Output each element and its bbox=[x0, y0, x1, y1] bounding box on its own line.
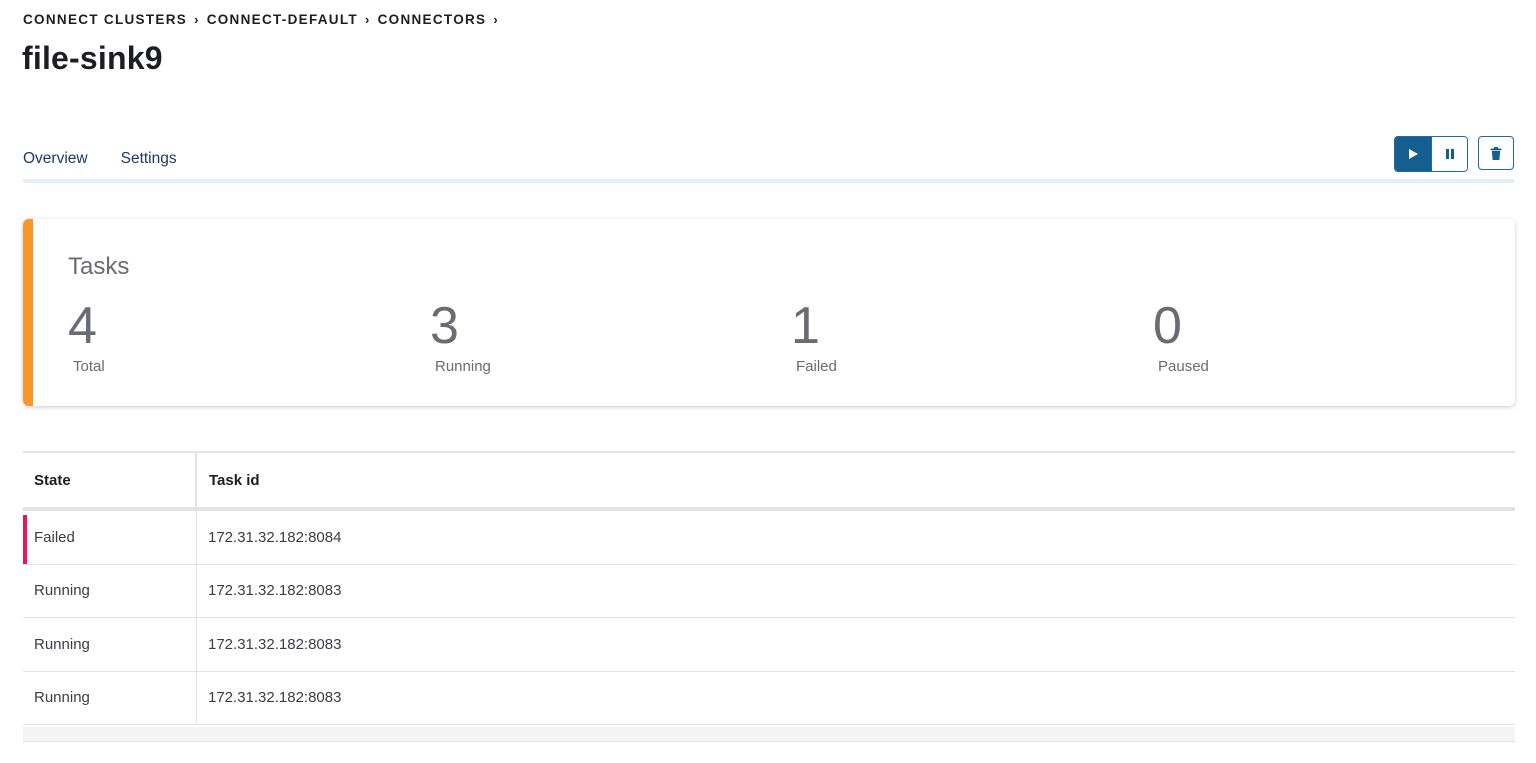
column-header-state[interactable]: State bbox=[23, 453, 197, 507]
stat-running: 3 Running bbox=[430, 297, 491, 375]
stat-value: 1 bbox=[791, 297, 820, 355]
cell-state: Running bbox=[23, 671, 197, 724]
table-header: State Task id bbox=[23, 453, 1515, 511]
table-footer bbox=[23, 727, 1515, 742]
pause-button[interactable] bbox=[1431, 137, 1467, 171]
table-row[interactable]: Running 172.31.32.182:8083 bbox=[23, 564, 1515, 618]
stat-total: 4 Total bbox=[68, 297, 105, 375]
tab-settings[interactable]: Settings bbox=[121, 150, 177, 179]
play-pause-group bbox=[1394, 136, 1468, 172]
card-title: Tasks bbox=[68, 253, 130, 280]
breadcrumb-item-connect-default[interactable]: CONNECT-DEFAULT › bbox=[207, 12, 371, 27]
stat-value: 4 bbox=[68, 297, 97, 355]
cell-state: Running bbox=[23, 618, 197, 671]
pause-icon bbox=[1445, 149, 1454, 159]
tasks-table: State Task id Failed 172.31.32.182:8084 … bbox=[23, 451, 1515, 725]
table-row[interactable]: Running 172.31.32.182:8083 bbox=[23, 671, 1515, 725]
card-accent-bar bbox=[23, 219, 33, 406]
cell-task-id: 172.31.32.182:8083 bbox=[208, 582, 342, 600]
tab-overview[interactable]: Overview bbox=[23, 150, 88, 183]
page: CONNECT CLUSTERS › CONNECT-DEFAULT › CON… bbox=[0, 0, 1536, 763]
failed-status-indicator bbox=[23, 515, 27, 564]
table-row[interactable]: Running 172.31.32.182:8083 bbox=[23, 618, 1515, 672]
chevron-right-icon: › bbox=[493, 12, 499, 27]
breadcrumb-item-connect-clusters[interactable]: CONNECT CLUSTERS › bbox=[23, 12, 200, 27]
cell-state: Failed bbox=[23, 511, 197, 564]
column-header-task-id[interactable]: Task id bbox=[197, 453, 1515, 507]
delete-button[interactable] bbox=[1478, 136, 1514, 170]
connector-actions bbox=[1394, 136, 1514, 172]
play-icon bbox=[1409, 149, 1418, 159]
breadcrumb-label[interactable]: CONNECT-DEFAULT bbox=[207, 12, 358, 27]
breadcrumb-item-connectors[interactable]: CONNECTORS › bbox=[378, 12, 499, 27]
table-row[interactable]: Failed 172.31.32.182:8084 bbox=[23, 511, 1515, 565]
breadcrumb-label[interactable]: CONNECT CLUSTERS bbox=[23, 12, 187, 27]
breadcrumb: CONNECT CLUSTERS › CONNECT-DEFAULT › CON… bbox=[23, 12, 506, 27]
cell-task-id: 172.31.32.182:8084 bbox=[208, 528, 342, 546]
cell-task-id: 172.31.32.182:8083 bbox=[208, 635, 342, 653]
cell-state: Running bbox=[23, 564, 197, 617]
stat-label: Failed bbox=[796, 358, 837, 375]
tab-bar-divider bbox=[23, 179, 1514, 183]
resume-button[interactable] bbox=[1395, 137, 1431, 171]
stat-label: Total bbox=[73, 358, 105, 375]
chevron-right-icon: › bbox=[194, 12, 200, 27]
tasks-summary-card: Tasks 4 Total 3 Running 1 Failed 0 Pause… bbox=[23, 219, 1515, 406]
trash-icon bbox=[1490, 146, 1502, 160]
stat-value: 3 bbox=[430, 297, 459, 355]
page-title: file-sink9 bbox=[22, 40, 163, 76]
breadcrumb-label[interactable]: CONNECTORS bbox=[378, 12, 487, 27]
stat-paused: 0 Paused bbox=[1153, 297, 1209, 375]
stat-failed: 1 Failed bbox=[791, 297, 837, 375]
stat-label: Paused bbox=[1158, 358, 1209, 375]
tab-bar: Overview Settings bbox=[23, 150, 210, 183]
stat-value: 0 bbox=[1153, 297, 1182, 355]
stat-label: Running bbox=[435, 358, 491, 375]
chevron-right-icon: › bbox=[364, 12, 371, 27]
cell-task-id: 172.31.32.182:8083 bbox=[208, 689, 342, 707]
